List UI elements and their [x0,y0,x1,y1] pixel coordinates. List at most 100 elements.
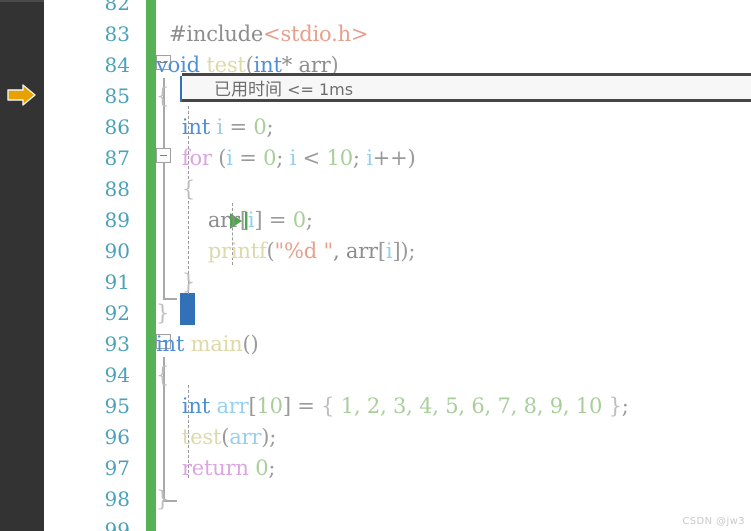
token: ++) [372,146,416,170]
indicator-margin[interactable] [0,0,44,531]
token: <stdio.h> [263,22,369,46]
token: { [156,363,170,387]
line-number-84: 84 [104,53,130,77]
code-line-97[interactable]: return 0; [156,453,751,484]
token: ]); [392,239,416,263]
token: for [181,146,212,170]
line-number-99: 99 [104,518,130,531]
token: "%d " [274,239,334,263]
line-number-88: 88 [104,177,130,201]
line-number-87: 87 [104,146,130,170]
token: ; [305,208,313,232]
line-number-gutter: 82 83 84 85 86 87 88 89 90 91 92 93 94 95 96 97 98 99 [44,0,140,531]
token: return [181,456,249,480]
token: #include [168,22,264,46]
line-number-89: 89 [104,208,130,232]
token: 0 [255,456,269,480]
code-line-90[interactable]: printf("%d ", arr[i]); [156,236,751,267]
code-line-83[interactable]: #include<stdio.h> [156,19,751,50]
token: main [190,332,243,356]
line-number-98: 98 [104,487,130,511]
code-line-92[interactable]: } [156,298,751,329]
token: arr [216,394,249,418]
line-number-95: 95 [104,394,130,418]
token: } [602,394,622,418]
code-line-99[interactable] [156,515,751,531]
code-line-95[interactable]: int arr[10] = { 1, 2, 3, 4, 5, 6, 7, 8, … [156,391,751,422]
code-line-96[interactable]: test(arr); [156,422,751,453]
line-number-85: 85 [104,84,130,108]
token: = [232,146,264,170]
line-number-94: 94 [104,363,130,387]
token: printf [207,239,267,263]
token: } [156,301,170,325]
elapsed-time-value: <= 1ms [287,80,354,99]
code-line-89[interactable]: arr[i] = 0; [156,205,751,236]
line-number-97: 97 [104,456,130,480]
elapsed-time-text: 已用时间 <= 1ms [214,76,354,100]
token: ( [211,146,227,170]
token: 10 [256,394,283,418]
code-line-93[interactable]: int main() [156,329,751,360]
token: { [321,394,341,418]
code-line-88[interactable]: { [156,174,751,205]
code-line-87[interactable]: for (i = 0; i < 10; i++) [156,143,751,174]
line-number-96: 96 [104,425,130,449]
token: 1, 2, 3, 4, 5, 6, 7, 8, 9, 10 [340,394,603,418]
token: { [181,177,196,201]
token: arr [207,208,240,232]
token: ( [221,425,230,449]
line-number-93: 93 [104,332,130,356]
token: int [181,115,210,139]
line-number-83: 83 [104,22,130,46]
token: } [156,487,170,511]
token: = [262,208,293,232]
line-number-90: 90 [104,239,130,263]
token: { [156,84,170,108]
line-number-92: 92 [104,301,130,325]
token: test [181,425,222,449]
code-line-98[interactable]: } [156,484,751,515]
line-number-86: 86 [104,115,130,139]
token: 0 [253,115,267,139]
elapsed-time-label: 已用时间 [214,80,282,100]
code-line-82[interactable] [156,0,751,19]
code-line-91[interactable]: } [156,267,751,298]
token: < [296,146,327,170]
token: 10 [326,146,354,170]
token: ( [266,239,275,263]
token: ; [268,456,276,480]
token: int [156,332,185,356]
token: } [181,270,196,294]
watermark: CSDN @jw3 [682,516,745,527]
token: () [242,332,259,356]
token: [ [377,239,386,263]
token: ; [621,394,629,418]
token: , arr [332,239,378,263]
elapsed-time-tooltip: 已用时间 <= 1ms [182,73,751,102]
token: ] = [282,394,322,418]
line-number-91: 91 [104,270,130,294]
change-tracking-bar [146,0,156,531]
code-line-86[interactable]: int i = 0; [156,112,751,143]
token: 0 [292,208,306,232]
token: ; [266,115,274,139]
token: 0 [263,146,277,170]
code-line-94[interactable]: { [156,360,751,391]
token: int [181,394,210,418]
token: arr [229,425,262,449]
token: [ [239,208,248,232]
token: ; [276,146,290,170]
code-editor-screen: 82 83 84 85 86 87 88 89 90 91 92 93 94 95 96 97 98 99 [0,0,751,531]
line-number-82: 82 [104,0,130,15]
